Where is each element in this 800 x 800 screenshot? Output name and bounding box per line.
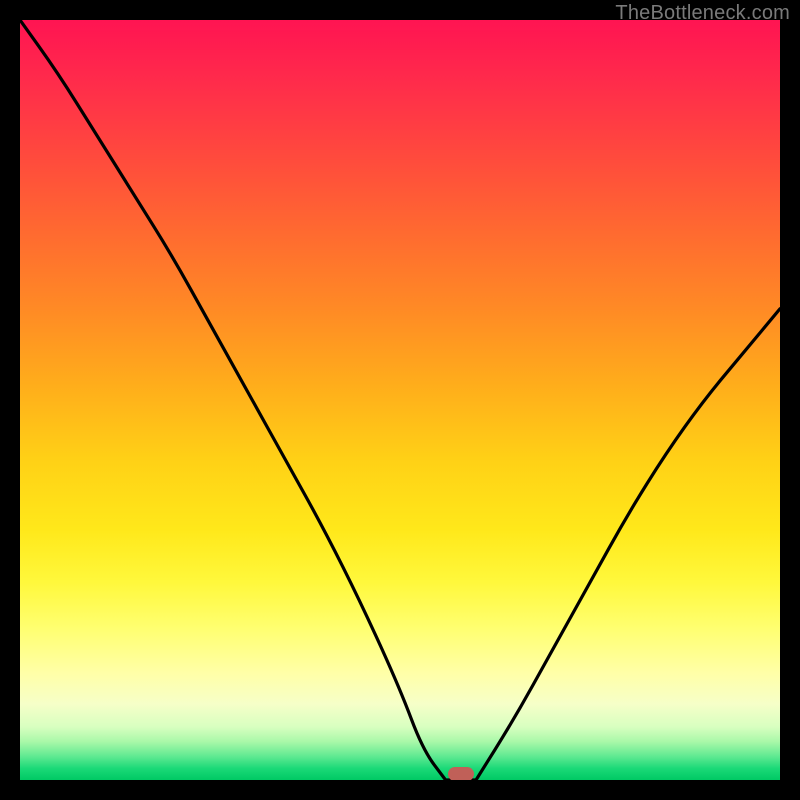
optimal-marker xyxy=(448,767,474,780)
plot-area xyxy=(20,20,780,780)
chart-frame: TheBottleneck.com xyxy=(0,0,800,800)
bottleneck-curve xyxy=(20,20,780,780)
